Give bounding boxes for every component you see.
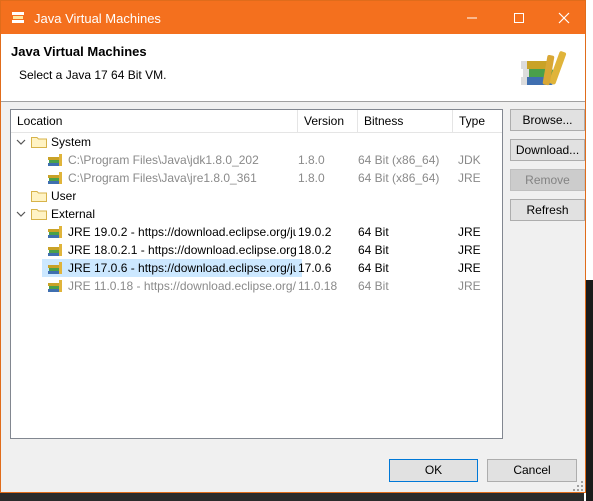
jvm-location: C:\Program Files\Java\jre1.8.0_361 (68, 171, 257, 185)
tree-group-user[interactable]: User (11, 187, 502, 205)
jvm-version: 18.0.2 (298, 243, 332, 257)
close-icon (558, 12, 570, 24)
jre-icon (48, 226, 62, 238)
column-header-location[interactable]: Location (11, 110, 298, 132)
cancel-button[interactable]: Cancel (487, 459, 577, 482)
group-label-external: External (51, 207, 96, 221)
folder-icon (31, 209, 47, 220)
table-row[interactable]: JRE 11.0.18 - https://download.eclipse.o… (11, 277, 502, 295)
table-row[interactable]: JRE 19.0.2 - https://download.eclipse.or… (11, 223, 502, 241)
jvm-version: 11.0.18 (298, 279, 338, 293)
jvm-type: JRE (458, 225, 481, 239)
browse-button[interactable]: Browse... (510, 109, 585, 131)
refresh-button[interactable]: Refresh (510, 199, 585, 221)
jvm-version: 1.8.0 (298, 153, 325, 167)
group-label-system: System (51, 135, 92, 149)
column-header-version[interactable]: Version (298, 110, 358, 132)
header-divider (1, 101, 585, 102)
jvm-type: JRE (458, 171, 481, 185)
chevron-down-icon[interactable] (16, 209, 26, 219)
tree-group-system[interactable]: System (11, 133, 502, 151)
header-subtitle: Select a Java 17 64 Bit VM. (19, 68, 167, 82)
jvm-bitness: 64 Bit (358, 279, 389, 293)
jvm-location: C:\Program Files\Java\jdk1.8.0_202 (68, 153, 259, 167)
download-button[interactable]: Download... (510, 139, 585, 161)
jvm-version: 17.0.6 (298, 261, 332, 275)
header-title: Java Virtual Machines (11, 44, 147, 59)
minimize-button[interactable] (448, 1, 494, 34)
dialog-header: Java Virtual Machines Select a Java 17 6… (1, 34, 585, 101)
table-row[interactable]: C:\Program Files\Java\jdk1.8.0_202 1.8.0… (11, 151, 502, 169)
title-bar[interactable]: Java Virtual Machines (1, 1, 585, 34)
jvm-bitness: 64 Bit (358, 225, 389, 239)
jre-icon (48, 172, 62, 184)
resize-grip-icon[interactable] (572, 480, 584, 492)
ok-button[interactable]: OK (389, 459, 478, 482)
table-row[interactable]: JRE 18.0.2.1 - https://download.eclipse.… (11, 241, 502, 259)
jvm-version: 1.8.0 (298, 171, 325, 185)
close-button[interactable] (540, 1, 586, 34)
group-label-user: User (51, 189, 77, 203)
table-row-selected[interactable]: JRE 17.0.6 - https://download.eclipse.or… (11, 259, 502, 277)
jvm-version: 19.0.2 (298, 225, 332, 239)
jvm-location: JRE 17.0.6 - https://download.eclipse.or… (68, 261, 296, 275)
chevron-down-icon[interactable] (16, 137, 26, 147)
jvm-location: JRE 18.0.2.1 - https://download.eclipse.… (68, 243, 296, 257)
folder-icon (31, 137, 47, 148)
jvm-location: JRE 19.0.2 - https://download.eclipse.or… (68, 225, 296, 239)
background-window-edge (586, 280, 593, 501)
table-row[interactable]: C:\Program Files\Java\jre1.8.0_361 1.8.0… (11, 169, 502, 187)
jre-icon (48, 262, 62, 274)
tree-group-external[interactable]: External (11, 205, 502, 223)
jvm-type: JRE (458, 261, 481, 275)
jvm-table[interactable]: Location Version Bitness Type System C:\… (10, 109, 503, 439)
jvm-type: JRE (458, 279, 481, 293)
jre-icon (48, 154, 62, 166)
jvm-location: JRE 11.0.18 - https://download.eclipse.o… (68, 279, 296, 293)
jre-icon (48, 280, 62, 292)
jvm-type: JDK (458, 153, 481, 167)
remove-button[interactable]: Remove (510, 169, 585, 191)
jre-icon (48, 244, 62, 256)
jvm-bitness: 64 Bit (x86_64) (358, 153, 440, 167)
jvm-dialog: Java Virtual Machines Java Virtual Machi… (0, 0, 586, 493)
column-header-bitness[interactable]: Bitness (358, 110, 453, 132)
books-icon (518, 47, 568, 90)
minimize-icon (467, 17, 477, 19)
jvm-bitness: 64 Bit (358, 243, 389, 257)
window-title: Java Virtual Machines (34, 11, 161, 26)
folder-icon (31, 191, 47, 202)
maximize-button[interactable] (494, 1, 540, 34)
maximize-icon (514, 13, 524, 23)
jvm-type: JRE (458, 243, 481, 257)
table-header: Location Version Bitness Type (11, 110, 502, 133)
jvm-bitness: 64 Bit (358, 261, 389, 275)
column-header-type[interactable]: Type (453, 110, 502, 132)
app-icon (11, 10, 25, 27)
jvm-bitness: 64 Bit (x86_64) (358, 171, 440, 185)
